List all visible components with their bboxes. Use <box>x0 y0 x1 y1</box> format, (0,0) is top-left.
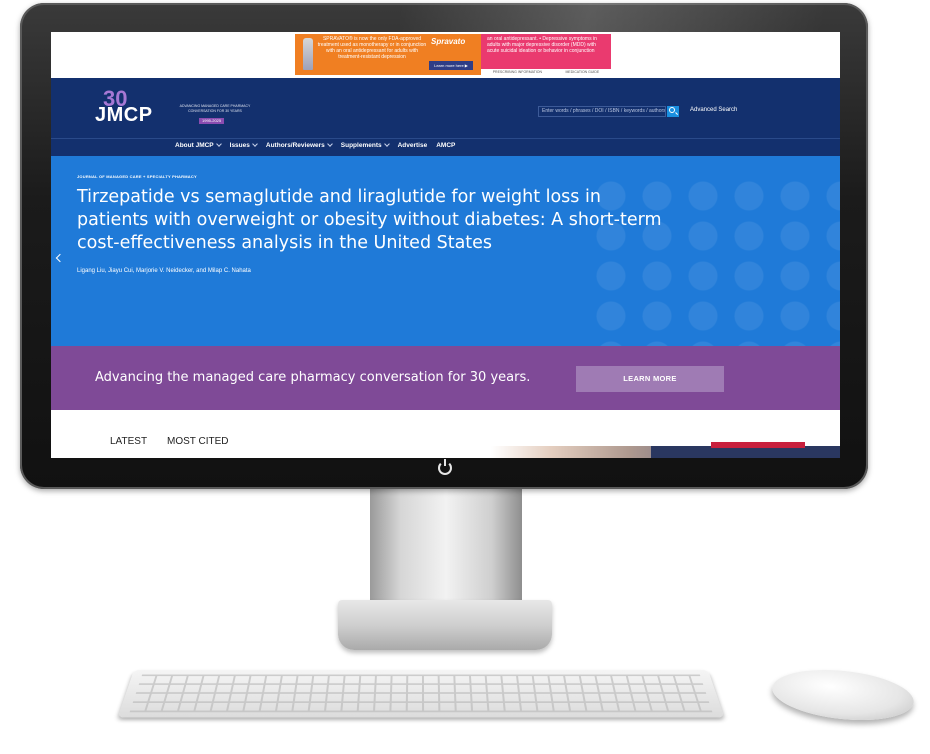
monitor-stand-base <box>338 600 552 650</box>
chevron-down-icon <box>215 141 222 147</box>
chevron-down-icon <box>383 141 390 147</box>
hero-kicker: JOURNAL OF MANAGED CARE + SPECIALTY PHAR… <box>77 174 197 179</box>
nav-issues[interactable]: Issues <box>229 141 258 149</box>
jmcp-logo[interactable]: 30 JMCP <box>85 86 175 130</box>
keyboard <box>117 669 725 718</box>
hero-authors: Ligang Liu, Jiayu Cui, Marjorie V. Neide… <box>77 268 251 274</box>
medication-guide-link[interactable]: MEDICATION GUIDE <box>565 69 599 75</box>
nav-authors-reviewers[interactable]: Authors/Reviewers <box>265 141 333 149</box>
ad-brand: Spravato <box>431 37 466 46</box>
chevron-down-icon <box>252 141 258 147</box>
learn-more-button[interactable]: LEARN MORE <box>576 366 724 392</box>
ad-copy: SPRAVATO® is now the only FDA-approved t… <box>317 36 427 60</box>
spravato-ad[interactable]: SPRAVATO® is now the only FDA-approved t… <box>295 34 481 75</box>
tab-latest[interactable]: LATEST <box>110 436 147 447</box>
monitor-stand-neck <box>370 486 522 606</box>
power-icon[interactable] <box>438 459 452 475</box>
article-tabs: LATEST MOST CITED <box>51 410 840 458</box>
ad-safety-panel: an oral antidepressant. • Depressive sym… <box>481 34 611 75</box>
banner-text: Advancing the managed care pharmacy conv… <box>95 370 531 385</box>
search-button[interactable] <box>667 106 679 117</box>
site-header: 30 JMCP ADVANCING MANAGED CARE PHARMACY … <box>51 78 840 138</box>
hero-article-title[interactable]: Tirzepatide vs semaglutide and liragluti… <box>77 186 667 255</box>
anniversary-banner: Advancing the managed care pharmacy conv… <box>51 346 840 410</box>
chevron-down-icon <box>326 141 333 147</box>
ad-safety-copy: an oral antidepressant. • Depressive sym… <box>487 36 597 54</box>
nav-label: About JMCP <box>175 142 214 149</box>
nav-label: Authors/Reviewers <box>265 142 325 149</box>
browser-viewport: SPRAVATO® is now the only FDA-approved t… <box>51 32 840 458</box>
logo-years-badge: 1995-2025 <box>199 118 225 124</box>
tab-most-cited[interactable]: MOST CITED <box>167 436 228 447</box>
featured-red-label <box>711 442 805 448</box>
carousel-prev-icon[interactable] <box>55 253 65 263</box>
nav-advertise[interactable]: Advertise <box>398 142 428 149</box>
search-input[interactable]: Enter words / phrases / DOI / ISBN / key… <box>538 106 666 117</box>
search-icon <box>669 107 675 113</box>
ad-links: PRESCRIBING INFORMATION MEDICATION GUIDE <box>481 69 611 75</box>
hero-carousel: JOURNAL OF MANAGED CARE + SPECIALTY PHAR… <box>51 156 840 346</box>
main-nav: About JMCP Issues Authors/Reviewers Supp… <box>51 138 840 156</box>
nav-label: Issues <box>229 142 250 149</box>
nav-amcp[interactable]: AMCP <box>436 142 455 149</box>
nasal-device-icon <box>303 38 313 70</box>
advanced-search-link[interactable]: Advanced Search <box>690 107 737 113</box>
keyboard-keys <box>129 674 713 713</box>
ad-strip: SPRAVATO® is now the only FDA-approved t… <box>51 32 840 78</box>
prescribing-info-link[interactable]: PRESCRIBING INFORMATION <box>493 69 542 75</box>
desktop-scene: SPRAVATO® is now the only FDA-approved t… <box>0 0 930 754</box>
mouse <box>769 663 917 727</box>
ad-cta-button[interactable]: Learn more here ▶ <box>429 61 473 70</box>
nav-about-jmcp[interactable]: About JMCP <box>175 141 222 149</box>
nav-label: Supplements <box>340 142 382 149</box>
nav-supplements[interactable]: Supplements <box>340 141 390 149</box>
logo-wordmark: JMCP <box>95 104 153 126</box>
logo-tagline: ADVANCING MANAGED CARE PHARMACY CONVERSA… <box>179 104 251 113</box>
